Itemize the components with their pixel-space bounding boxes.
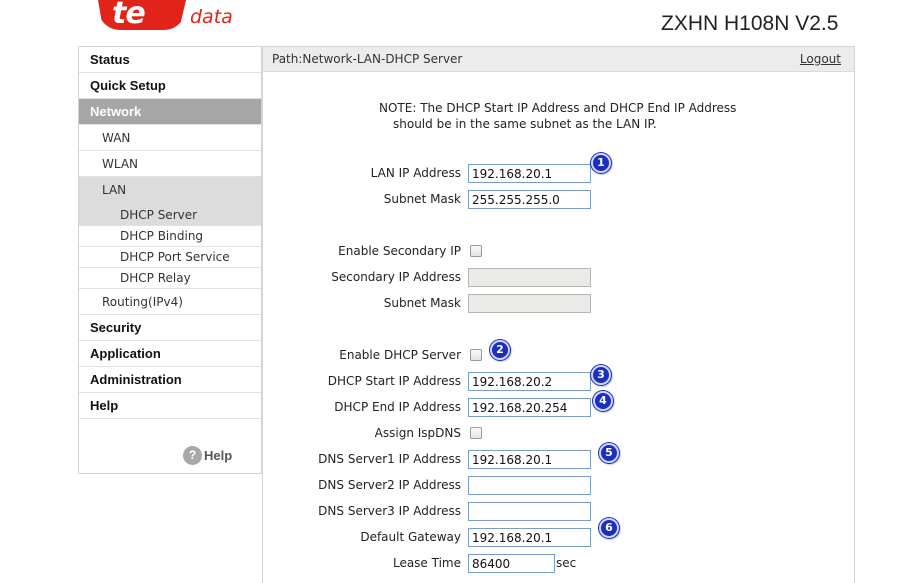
secondary-subnet-mask-input[interactable]	[468, 294, 591, 313]
sidebar-item-wan[interactable]: WAN	[79, 125, 261, 151]
help-link-label: Help	[204, 448, 233, 463]
sidebar-nav: Status Quick Setup Network WAN WLAN LAN …	[78, 46, 262, 474]
lan-ip-input[interactable]	[468, 164, 591, 183]
dhcp-start-ip-label: DHCP Start IP Address	[327, 374, 461, 388]
dns-server3-input[interactable]	[468, 502, 591, 521]
enable-dhcp-server-label: Enable DHCP Server	[339, 348, 461, 362]
sidebar-item-dhcp-port-service[interactable]: DHCP Port Service	[79, 247, 261, 268]
enable-dhcp-server-checkbox[interactable]	[470, 349, 482, 361]
dns-server3-label: DNS Server3 IP Address	[318, 504, 461, 518]
secondary-ip-label: Secondary IP Address	[331, 270, 461, 284]
dhcp-start-ip-input[interactable]	[468, 372, 591, 391]
sidebar-item-lan[interactable]: LAN	[79, 177, 261, 203]
subnet-mask-input[interactable]	[468, 190, 591, 209]
dhcp-end-ip-label: DHCP End IP Address	[334, 400, 461, 414]
dns-server1-label: DNS Server1 IP Address	[318, 452, 461, 466]
note-line-2: should be in the same subnet as the LAN …	[393, 117, 657, 131]
marker-3: 3	[591, 365, 611, 385]
sidebar-group-lan: LAN DHCP Server	[79, 177, 261, 226]
dhcp-end-ip-input[interactable]	[468, 398, 591, 417]
assign-isp-dns-label: Assign IspDNS	[374, 426, 461, 440]
enable-secondary-ip-label: Enable Secondary IP	[338, 244, 461, 258]
help-icon[interactable]: ?	[183, 446, 202, 465]
marker-2: 2	[490, 340, 510, 360]
path-bar: Path:Network-LAN-DHCP Server Logout	[263, 46, 854, 72]
dhcp-note: NOTE: The DHCP Start IP Address and DHCP…	[379, 100, 799, 132]
breadcrumb: Path:Network-LAN-DHCP Server	[272, 52, 463, 66]
default-gateway-label: Default Gateway	[360, 530, 461, 544]
sidebar-item-wlan[interactable]: WLAN	[79, 151, 261, 177]
sidebar-item-status[interactable]: Status	[79, 47, 261, 73]
lan-ip-label: LAN IP Address	[370, 166, 461, 180]
logo-red-mark: te	[98, 0, 186, 30]
main-panel: Path:Network-LAN-DHCP Server Logout NOTE…	[262, 46, 855, 583]
enable-secondary-ip-checkbox[interactable]	[470, 245, 482, 257]
default-gateway-input[interactable]	[468, 528, 591, 547]
dns-server2-input[interactable]	[468, 476, 591, 495]
dns-server1-input[interactable]	[468, 450, 591, 469]
marker-1: 1	[591, 153, 611, 173]
dns-server2-label: DNS Server2 IP Address	[318, 478, 461, 492]
marker-5: 5	[599, 443, 619, 463]
logo-main-text: te	[112, 0, 146, 31]
logo-data-text: data	[190, 6, 233, 28]
sidebar-item-help[interactable]: Help	[79, 393, 261, 419]
sidebar-item-application[interactable]: Application	[79, 341, 261, 367]
secondary-subnet-mask-label: Subnet Mask	[383, 296, 461, 310]
lease-time-unit: sec	[556, 556, 577, 570]
lease-time-label: Lease Time	[392, 556, 461, 570]
assign-isp-dns-checkbox[interactable]	[470, 427, 482, 439]
sidebar-item-security[interactable]: Security	[79, 315, 261, 341]
sidebar-item-dhcp-server[interactable]: DHCP Server	[79, 203, 261, 225]
marker-4: 4	[593, 391, 613, 411]
device-model: ZXHN H108N V2.5	[661, 12, 839, 35]
sidebar-item-dhcp-relay[interactable]: DHCP Relay	[79, 268, 261, 289]
lease-time-input[interactable]	[468, 554, 555, 573]
sidebar-item-routing-ipv4[interactable]: Routing(IPv4)	[79, 289, 261, 315]
help-link[interactable]: ? Help	[183, 446, 233, 465]
secondary-ip-input[interactable]	[468, 268, 591, 287]
sidebar-item-network[interactable]: Network	[79, 99, 261, 125]
sidebar-item-administration[interactable]: Administration	[79, 367, 261, 393]
sidebar-item-dhcp-binding[interactable]: DHCP Binding	[79, 226, 261, 247]
sidebar-item-quick-setup[interactable]: Quick Setup	[79, 73, 261, 99]
note-line-1: NOTE: The DHCP Start IP Address and DHCP…	[379, 101, 737, 115]
te-data-logo: te data	[98, 0, 238, 32]
marker-6: 6	[599, 518, 619, 538]
subnet-mask-label: Subnet Mask	[383, 192, 461, 206]
logout-link[interactable]: Logout	[800, 52, 841, 66]
